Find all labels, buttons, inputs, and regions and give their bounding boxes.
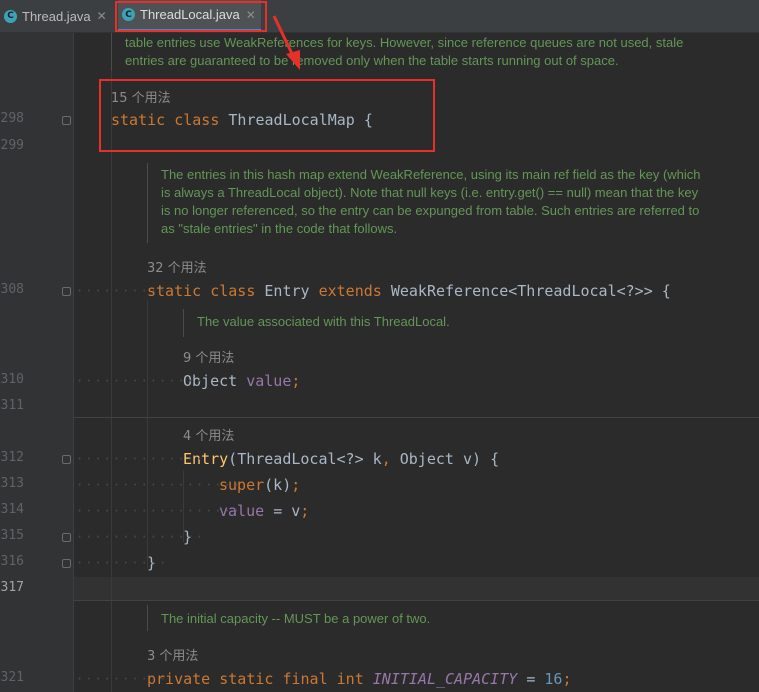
tab-label: Thread.java [22, 8, 91, 24]
line-number: 313 [0, 476, 24, 491]
line-number: 312 [0, 450, 24, 465]
line-number: 316 [0, 554, 24, 569]
fold-toggle-icon[interactable] [62, 455, 71, 464]
whitespace-dots: ·············· [76, 452, 206, 466]
whitespace-dots: ·················· [76, 478, 243, 492]
code-line-321: private static final int INITIAL_CAPACIT… [147, 670, 572, 688]
annotation-box-class [99, 79, 435, 152]
doc-comment-bar [111, 33, 112, 71]
method-separator [74, 600, 759, 601]
line-number: 317 [0, 580, 24, 595]
whitespace-dots: ·············· [76, 530, 206, 544]
doc-comment-threadlocalmap: table entries use WeakReferences for key… [125, 35, 684, 68]
method-separator [74, 417, 759, 418]
doc-comment-initial-capacity: The initial capacity -- MUST be a power … [161, 611, 431, 626]
code-line-312: Entry(ThreadLocal<?> k, Object v) { [183, 450, 500, 468]
doc-comment-value: The value associated with this ThreadLoc… [197, 314, 450, 329]
whitespace-dots: ·········· [76, 556, 169, 570]
usages-hint[interactable]: 4 个用法 [183, 425, 234, 444]
whitespace-dots: ·············· [76, 374, 206, 388]
whitespace-dots: ·········· [76, 284, 169, 298]
doc-comment-bar [183, 309, 184, 337]
annotation-arrow-icon [272, 15, 300, 70]
whitespace-dots: ·········· [76, 672, 169, 686]
line-number: 314 [0, 502, 24, 517]
line-number: 298 [0, 111, 24, 126]
line-number: 311 [0, 398, 24, 413]
annotation-box-tab [115, 1, 267, 32]
fold-toggle-icon[interactable] [62, 559, 71, 568]
usages-hint[interactable]: 9 个用法 [183, 347, 234, 366]
editor-tab-bar: C Thread.java ✕ C ThreadLocal.java ✕ [0, 0, 759, 33]
fold-toggle-icon[interactable] [62, 533, 71, 542]
fold-toggle-icon[interactable] [62, 116, 71, 125]
whitespace-dots: ·················· [76, 504, 243, 518]
usages-hint[interactable]: 32 个用法 [147, 257, 207, 276]
close-icon[interactable]: ✕ [97, 9, 107, 23]
c-class-icon: C [4, 9, 17, 23]
line-number: 321 [0, 670, 24, 685]
code-line-308: static class Entry extends WeakReference… [147, 282, 671, 300]
doc-comment-bar [147, 605, 148, 631]
current-line-highlight [74, 577, 759, 601]
usages-hint[interactable]: 3 个用法 [147, 645, 198, 664]
doc-comment-entry: The entries in this hash map extend Weak… [161, 167, 701, 236]
line-number: 310 [0, 372, 24, 387]
doc-comment-bar [147, 163, 148, 243]
line-number: 299 [0, 138, 24, 153]
line-number: 315 [0, 528, 24, 543]
tab-thread-java[interactable]: C Thread.java ✕ [4, 0, 114, 32]
